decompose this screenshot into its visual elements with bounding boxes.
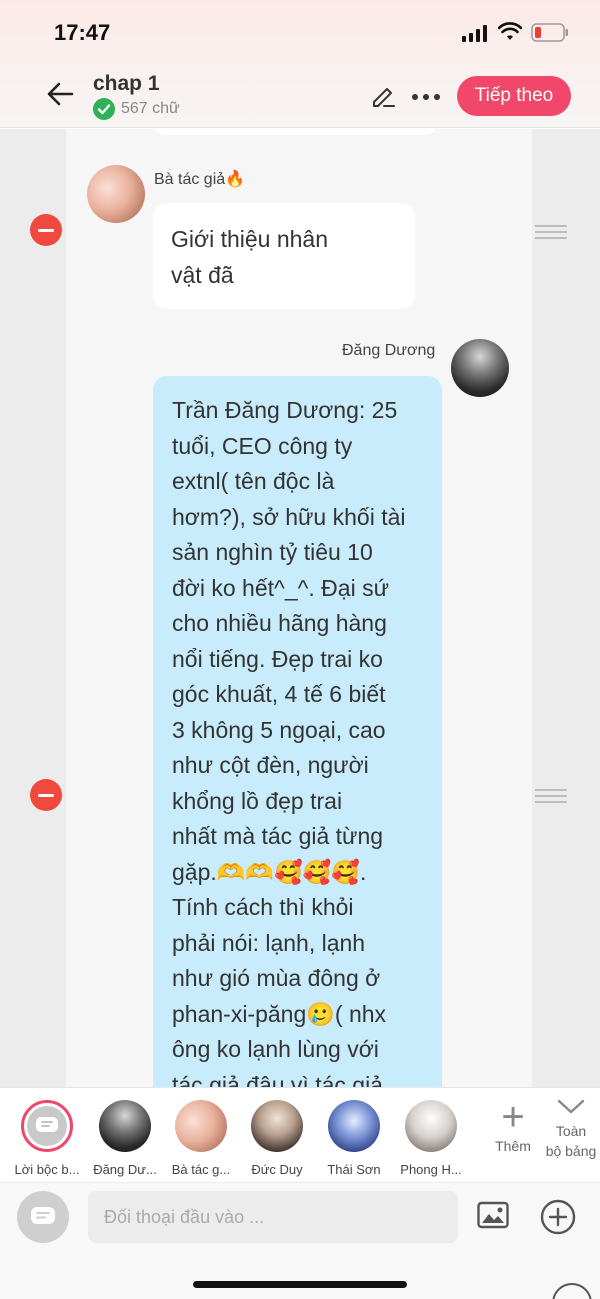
delete-message-button[interactable]: [30, 214, 62, 246]
character-narrator[interactable]: Lời bộc b...: [6, 1100, 88, 1177]
plus-circle-icon[interactable]: [540, 1199, 576, 1235]
character-strip: Lời bộc b... Đăng Dư... Bà tác g... Đức …: [0, 1087, 600, 1182]
character-item[interactable]: Đức Duy: [236, 1100, 318, 1177]
scroll-up-icon[interactable]: [552, 1283, 592, 1299]
message-bubble[interactable]: Trần Đăng Dương: 25 tuổi, CEO công ty ex…: [153, 376, 442, 1087]
character-name: Đăng Dư...: [93, 1162, 157, 1177]
narrator-icon: [36, 1117, 58, 1132]
arrow-left-icon[interactable]: [46, 80, 74, 108]
home-indicator: [193, 1281, 407, 1288]
more-icon[interactable]: [412, 94, 440, 100]
speaker-name: Bà tác giả🔥: [154, 171, 246, 188]
add-label: Thêm: [495, 1138, 531, 1154]
chevron-down-icon: [557, 1099, 585, 1114]
narrator-toggle-button[interactable]: [17, 1191, 69, 1243]
add-character-button[interactable]: + Thêm: [488, 1095, 538, 1154]
avatar: [21, 1100, 73, 1152]
avatar: [405, 1100, 457, 1152]
next-button[interactable]: Tiếp theo: [457, 76, 571, 116]
word-count: 567 chữ: [93, 98, 180, 120]
plus-icon: +: [501, 1095, 525, 1139]
character-name: Lời bộc b...: [14, 1162, 80, 1177]
status-time: 17:47: [54, 20, 111, 45]
character-name: Bà tác g...: [171, 1162, 231, 1177]
avatar: [175, 1100, 227, 1152]
chapter-title: chap 1: [93, 72, 160, 95]
character-item[interactable]: Đăng Dư...: [84, 1100, 166, 1177]
dialogue-input[interactable]: Đối thoại đầu vào ...: [88, 1191, 458, 1243]
drag-handle-icon[interactable]: [535, 789, 567, 803]
delete-message-button[interactable]: [30, 779, 62, 811]
all-label: Toàn bộ bảng: [545, 1123, 597, 1159]
signal-icon: [462, 24, 487, 42]
all-characters-button[interactable]: Toàn bộ bảng: [538, 1098, 600, 1161]
input-bar: Đối thoại đầu vào ...: [0, 1182, 600, 1299]
character-item[interactable]: Bà tác g...: [160, 1100, 242, 1177]
previous-bubble: [154, 129, 436, 135]
drag-handle-icon[interactable]: [535, 225, 567, 239]
edit-icon[interactable]: [370, 82, 396, 108]
avatar: [328, 1100, 380, 1152]
speaker-name: Đăng Dương: [342, 342, 436, 359]
chat-content[interactable]: Bà tác giả🔥 Giới thiệu nhân vật đã Đăng …: [0, 129, 600, 1087]
message-bubble[interactable]: Giới thiệu nhân vật đã: [153, 203, 415, 309]
character-name: Phong H...: [400, 1162, 462, 1177]
header: 17:47 chap 1 567 chữ Tiếp theo: [0, 0, 600, 128]
character-item[interactable]: Phong H...: [390, 1100, 472, 1177]
avatar: [99, 1100, 151, 1152]
character-name: Đức Duy: [251, 1162, 303, 1177]
check-icon: [93, 98, 115, 120]
avatar: [251, 1100, 303, 1152]
character-item[interactable]: Thái Sơn: [313, 1100, 395, 1177]
avatar[interactable]: [87, 165, 145, 223]
word-count-label: 567 chữ: [121, 100, 180, 117]
image-icon[interactable]: [477, 1201, 509, 1229]
character-name: Thái Sơn: [327, 1162, 381, 1177]
avatar[interactable]: [451, 339, 509, 397]
battery-icon: [531, 23, 568, 42]
wifi-icon: [498, 22, 522, 40]
chat-icon: [31, 1207, 55, 1224]
